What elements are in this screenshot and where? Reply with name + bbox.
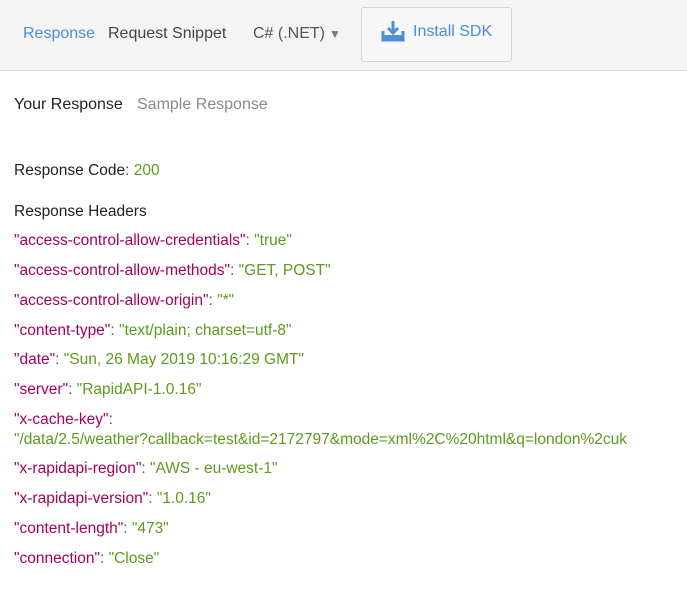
header-value: "Sun, 26 May 2019 10:16:29 GMT" — [63, 351, 304, 368]
colon: : — [245, 232, 255, 249]
header-value: "473" — [131, 520, 169, 537]
colon: : — [141, 460, 150, 477]
colon: : — [108, 411, 113, 428]
download-box-icon — [381, 20, 405, 47]
header-key: "content-length" — [14, 520, 124, 537]
header-value: "GET, POST" — [238, 262, 331, 279]
tab-your-response[interactable]: Your Response — [14, 95, 123, 115]
header-row: "access-control-allow-methods": "GET, PO… — [14, 261, 331, 280]
header-key: "connection" — [14, 550, 100, 567]
tab-request-snippet[interactable]: Request Snippet — [108, 24, 226, 44]
response-code-value: 200 — [133, 162, 160, 179]
colon: : — [123, 520, 132, 537]
colon: : — [208, 292, 218, 309]
header-row: "connection": "Close" — [14, 549, 159, 568]
header-key: "access-control-allow-methods" — [14, 262, 231, 279]
header-value: "/data/2.5/weather?callback=test&id=2172… — [14, 431, 627, 448]
header-row: "date": "Sun, 26 May 2019 10:16:29 GMT" — [14, 350, 304, 369]
header-row: "x-rapidapi-version": "1.0.16" — [14, 489, 211, 508]
install-sdk-label: Install SDK — [413, 23, 493, 40]
header-value: "text/plain; charset=utf-8" — [118, 322, 292, 339]
header-key: "x-rapidapi-region" — [14, 460, 142, 477]
header-key: "server" — [14, 381, 69, 398]
header-value: "1.0.16" — [156, 490, 211, 507]
tab-sample-response[interactable]: Sample Response — [137, 95, 268, 115]
header-key: "date" — [14, 351, 56, 368]
response-code-row: Response Code: 200 — [14, 161, 160, 180]
header-value: "*" — [217, 292, 235, 309]
header-key: "x-rapidapi-version" — [14, 490, 149, 507]
colon: : — [99, 550, 109, 567]
tab-response[interactable]: Response — [23, 24, 95, 44]
caret-down-icon: ▼ — [329, 27, 341, 41]
header-row: "access-control-allow-credentials": "tru… — [14, 231, 292, 250]
header-value: "RapidAPI-1.0.16" — [76, 381, 202, 398]
header-value: "true" — [254, 232, 292, 249]
install-sdk-button[interactable]: Install SDK — [361, 7, 512, 62]
header-key: "access-control-allow-origin" — [14, 292, 209, 309]
language-select-value: C# (.NET) — [253, 25, 325, 42]
header-value: "Close" — [108, 550, 160, 567]
header-row: "content-type": "text/plain; charset=utf… — [14, 321, 292, 340]
header-row: "x-rapidapi-region": "AWS - eu-west-1" — [14, 459, 278, 478]
colon: : — [125, 162, 134, 179]
header-value: "AWS - eu-west-1" — [149, 460, 278, 477]
header-row: "x-cache-key": — [14, 410, 113, 429]
header-row: "access-control-allow-origin": "*" — [14, 291, 234, 310]
header-key: "content-type" — [14, 322, 111, 339]
response-code-label: Response Code — [14, 162, 126, 179]
colon: : — [55, 351, 64, 368]
header-row: "server": "RapidAPI-1.0.16" — [14, 380, 201, 399]
language-select[interactable]: C# (.NET) ▼ — [253, 24, 341, 44]
top-toolbar: Response Request Snippet C# (.NET) ▼ Inst… — [0, 0, 687, 71]
header-value-wrapped: "/data/2.5/weather?callback=test&id=2172… — [14, 430, 659, 449]
header-key: "access-control-allow-credentials" — [14, 232, 246, 249]
colon: : — [110, 322, 119, 339]
header-row: "content-length": "473" — [14, 519, 169, 538]
colon: : — [148, 490, 157, 507]
colon: : — [230, 262, 239, 279]
colon: : — [68, 381, 77, 398]
header-key: "x-cache-key" — [14, 411, 109, 428]
response-headers-title: Response Headers — [14, 203, 147, 220]
